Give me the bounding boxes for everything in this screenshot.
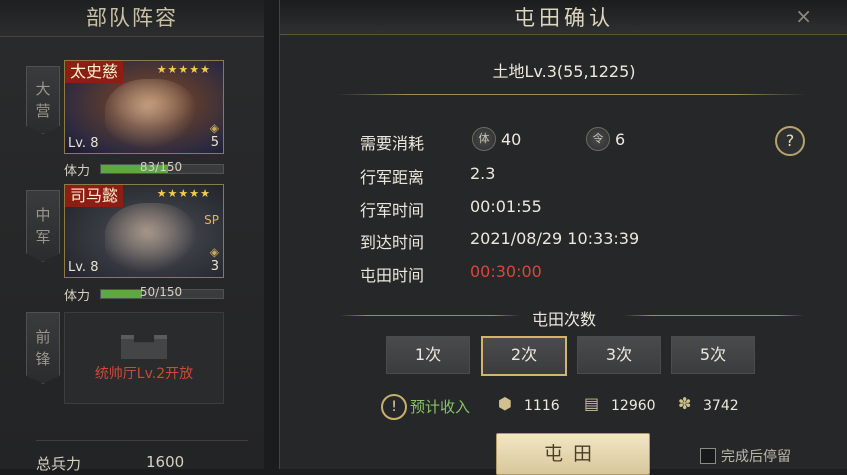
wood-icon: ▤ <box>584 394 600 413</box>
unlock-requirement-text: 统帅厅Lv.2开放 <box>94 366 194 382</box>
hero-card-simayi[interactable]: 司马懿 ★★★★★ Lv. 8 SP ◈ 3 <box>64 184 224 278</box>
stamina-value: 83/150 <box>139 160 183 174</box>
total-troops-label: 总兵力 <box>36 455 82 473</box>
distance-label: 行军距离 <box>360 168 425 187</box>
farming-confirm-dialog: 屯田确认 × 土地Lv.3(55,1225) 需要消耗 体 40 令 6 ? 行… <box>279 0 847 475</box>
dialog-header: 屯田确认 × <box>280 0 847 35</box>
slot-tag-main-camp: 大 营 <box>26 66 60 134</box>
distance-value: 2.3 <box>470 164 496 183</box>
income-info-icon[interactable]: ! <box>381 394 407 420</box>
land-info: 土地Lv.3(55,1225) <box>492 62 636 81</box>
hero-portrait <box>105 203 197 273</box>
farm-time-label: 屯田时间 <box>360 266 425 285</box>
advance-icon: ◈ <box>209 245 219 259</box>
march-time-value: 00:01:55 <box>470 197 542 216</box>
count-option-1[interactable]: 1次 <box>386 336 470 374</box>
stone-income-value: 1116 <box>524 398 560 414</box>
count-option-3[interactable]: 3次 <box>577 336 661 374</box>
team-lineup-panel: 部队阵容 大 营 中 军 前 锋 太史慈 ★★★★★ Lv. 8 ◈ 5 体力 … <box>0 0 264 473</box>
close-icon[interactable]: × <box>795 4 812 28</box>
hero-name: 司马懿 <box>65 185 124 207</box>
cost-label: 需要消耗 <box>360 134 425 153</box>
arrive-time-label: 到达时间 <box>360 233 425 252</box>
lineup-header: 部队阵容 <box>0 0 264 37</box>
hero-advance-badge: SP ◈ 3 <box>199 213 219 274</box>
farm-time-value: 00:30:00 <box>470 262 542 281</box>
dialog-title: 屯田确认 <box>514 6 614 30</box>
locked-vanguard-slot: 统帅厅Lv.2开放 <box>64 312 224 404</box>
farm-count-title: 屯田次数 <box>531 310 596 329</box>
lineup-title: 部队阵容 <box>86 6 178 30</box>
stamina-cost-value: 40 <box>501 130 522 149</box>
count-option-2[interactable]: 2次 <box>481 336 567 376</box>
hero-level: Lv. 8 <box>68 136 99 151</box>
income-label: 预计收入 <box>410 398 471 416</box>
slot-tag-vanguard: 前 锋 <box>26 312 60 384</box>
order-cost-icon: 令 <box>586 127 610 151</box>
sp-badge: SP <box>204 213 219 227</box>
stay-after-complete-checkbox[interactable] <box>700 448 716 464</box>
march-time-label: 行军时间 <box>360 201 425 220</box>
grain-icon: ✽ <box>678 394 692 413</box>
divider <box>336 94 806 95</box>
lock-icon <box>121 335 167 359</box>
help-icon[interactable]: ? <box>775 126 805 156</box>
hero-portrait <box>105 79 197 149</box>
count-option-5[interactable]: 5次 <box>671 336 755 374</box>
total-troops-value: 1600 <box>146 453 185 471</box>
wood-income-value: 12960 <box>611 398 656 414</box>
stamina-row: 体力 83/150 <box>64 160 224 179</box>
stay-after-complete-label[interactable]: 完成后停留 <box>721 446 791 466</box>
hero-card-taishici[interactable]: 太史慈 ★★★★★ Lv. 8 ◈ 5 <box>64 60 224 154</box>
stamina-label: 体力 <box>64 289 91 304</box>
hero-stars: ★★★★★ <box>156 187 211 200</box>
slot-tag-center-army: 中 军 <box>26 190 60 262</box>
arrive-time-value: 2021/08/29 10:33:39 <box>470 229 640 248</box>
stamina-label: 体力 <box>64 164 91 179</box>
hero-advance-badge: ◈ 5 <box>199 121 219 150</box>
grain-income-value: 3742 <box>703 398 739 414</box>
stamina-value: 50/150 <box>139 285 183 299</box>
stamina-cost-icon: 体 <box>472 127 496 151</box>
stone-icon: ⬢ <box>498 394 512 413</box>
hero-stars: ★★★★★ <box>156 63 211 76</box>
hero-name: 太史慈 <box>65 61 124 83</box>
advance-icon: ◈ <box>209 121 219 135</box>
order-cost-value: 6 <box>615 130 626 149</box>
divider <box>36 440 248 441</box>
stamina-row: 体力 50/150 <box>64 285 224 304</box>
hero-level: Lv. 8 <box>68 260 99 275</box>
